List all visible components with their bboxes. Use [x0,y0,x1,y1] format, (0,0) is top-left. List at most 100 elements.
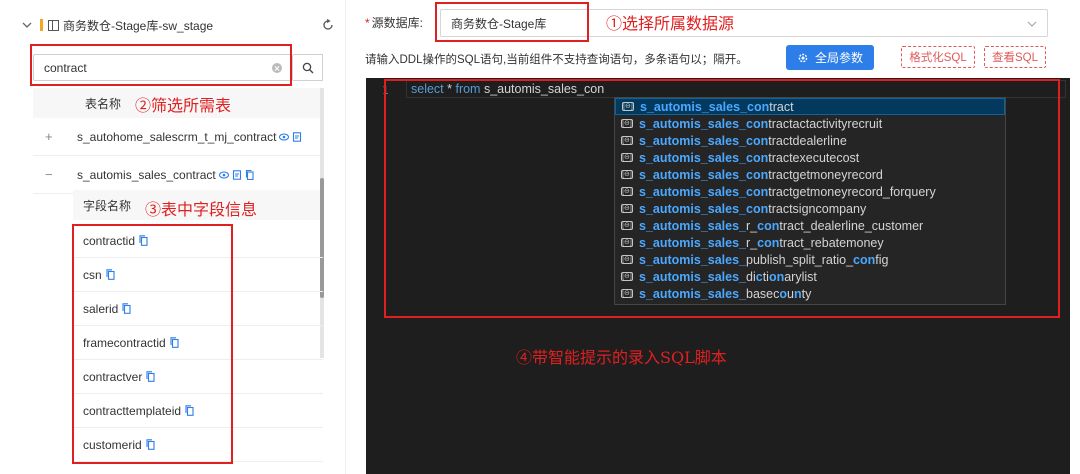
code-line[interactable]: select * from s_automis_sales_con [411,82,604,96]
gear-icon [798,53,808,62]
eye-icon[interactable] [279,132,290,142]
copy-icon[interactable] [106,269,115,280]
suggestion-item[interactable]: [⊖] s_automis_sales_con tractactactivityre… [615,115,1005,132]
datasource-tree-header[interactable]: 商务数仓-Stage库-sw_stage [22,14,334,36]
suggestion-item[interactable]: [⊖] s_automis_sales_ publish_split_ratio_ c… [615,251,1005,268]
field-kind-icon: [⊖] [621,170,633,179]
suggestion-match: s_automis_sales_con [639,184,769,199]
suggestion-text: di [746,269,756,284]
field-kind-icon: [⊖] [621,255,633,264]
accent-bar [40,19,43,31]
copy-icon[interactable] [139,235,148,246]
datasource-title: 商务数仓-Stage库-sw_stage [63,18,214,33]
expand-toggle[interactable]: + [45,129,67,144]
panel-divider [345,0,346,474]
copy-icon[interactable] [146,371,155,382]
suggestion-match: on [768,269,785,284]
source-db-select[interactable]: 商务数仓-Stage库 [440,9,1048,37]
required-mark: * [365,16,370,30]
suggestion-match: s_automis_sales_ [639,218,747,233]
copy-icon[interactable] [146,439,155,450]
field-row[interactable]: customerid [73,428,323,462]
field-kind-icon: [⊖] [621,238,633,247]
code-table-prefix: s_automis_sales_con [480,82,605,96]
suggestion-item[interactable]: [⊖] s_automis_sales_con tractgetmoneyrecor… [615,183,1005,200]
suggestion-item[interactable]: [⊖] s_automis_sales_con tractexecutecost [615,149,1005,166]
field-row[interactable]: contractver [73,360,323,394]
field-row[interactable]: framecontractid [73,326,323,360]
table-name-header: 表名称 [85,96,122,111]
field-row[interactable]: contracttemplateid [73,394,323,428]
field-name: framecontractid [83,335,166,350]
copy-icon[interactable] [245,169,255,180]
suggestion-match: n [793,286,802,301]
field-kind-icon: [⊖] [621,136,633,145]
suggestion-text: tractdealerline [768,133,847,148]
global-params-label: 全局参数 [814,51,863,65]
suggestion-match: s_automis_sales_con [639,133,769,148]
suggestion-text: basec [746,286,780,301]
suggestion-text: tractactactivityrecruit [768,116,883,131]
table-name: s_autohome_salescrm_t_mj_contract [77,129,277,144]
suggestion-item[interactable]: [⊖] s_automis_sales_ r_ con tract_rebatemone… [615,234,1005,251]
field-name: contractid [83,233,136,248]
suggestion-text: tractgetmoneyrecord [768,167,883,182]
suggestion-match: s_automis_sales_con [639,116,769,131]
chevron-down-icon[interactable] [22,20,32,30]
suggestion-match: s_automis_sales_ [639,235,747,250]
suggestion-item[interactable]: [⊖] s_automis_sales_con tract [615,98,1005,115]
table-search-input[interactable]: contract [33,54,293,81]
search-input-value: contract [44,60,87,75]
autocomplete-popup[interactable]: [⊖] s_automis_sales_con tract [⊖] s_automis_… [614,97,1006,305]
suggestion-match: s_automis_sales_con [639,167,769,182]
field-kind-icon: [⊖] [621,187,633,196]
suggestion-text: r_ [746,218,758,233]
keyword-from: from [455,82,481,96]
field-kind-icon: [⊖] [621,272,633,281]
suggestion-item[interactable]: [⊖] s_automis_sales_ basec o u n ty [615,285,1005,302]
table-row[interactable]: − s_automis_sales_contract [33,156,323,194]
suggestion-item[interactable]: [⊖] s_automis_sales_ r_ con tract_dealerline… [615,217,1005,234]
suggestion-item[interactable]: [⊖] s_automis_sales_ di c ti on arylist [615,268,1005,285]
suggestion-text: arylist [784,269,817,284]
suggestion-text: r_ [746,235,758,250]
code-star: * [443,82,456,96]
chevron-down-icon [1027,21,1037,27]
eye-icon[interactable] [218,170,229,180]
source-db-label: * 源数据库: [365,14,423,31]
annotation-field-info: ③表中字段信息 [145,200,258,219]
clear-icon[interactable] [272,63,282,73]
annotation-smart-sql: ④带智能提示的录入SQL脚本 [516,348,727,367]
suggestion-text: tract [769,99,794,114]
suggestion-match: s_automis_sales_ [639,252,747,267]
suggestion-item[interactable]: [⊖] s_automis_sales_con tractgetmoneyrecor… [615,166,1005,183]
global-params-button[interactable]: 全局参数 [786,45,874,70]
field-name: contractver [83,369,143,384]
field-name: contracttemplateid [83,403,182,418]
suggestion-text: u [787,286,794,301]
suggestion-match: o [779,286,788,301]
suggestion-match: con [757,235,780,250]
suggestion-text: tract_rebatemoney [779,235,884,250]
copy-icon[interactable] [170,337,179,348]
suggestion-item[interactable]: [⊖] s_automis_sales_con tractdealerline [615,132,1005,149]
field-kind-icon: [⊖] [621,221,633,230]
search-button[interactable] [293,54,323,81]
document-icon[interactable] [232,169,242,180]
document-icon[interactable] [292,131,302,142]
view-sql-button[interactable]: 查看SQL [984,46,1046,68]
field-row[interactable]: salerid [73,292,323,326]
refresh-icon[interactable] [322,19,334,31]
search-icon [302,62,313,73]
copy-icon[interactable] [185,405,194,416]
field-row[interactable]: contractid [73,224,323,258]
field-row[interactable]: csn [73,258,323,292]
suggestion-text: ty [801,286,812,301]
field-name-header: 字段名称 [83,198,132,213]
collapse-toggle[interactable]: − [45,167,67,182]
field-kind-icon: [⊖] [621,119,633,128]
table-row[interactable]: + s_autohome_salescrm_t_mj_contract [33,118,323,156]
copy-icon[interactable] [122,303,131,314]
suggestion-item[interactable]: [⊖] s_automis_sales_con tractsigncompany [615,200,1005,217]
format-sql-button[interactable]: 格式化SQL [901,46,975,68]
